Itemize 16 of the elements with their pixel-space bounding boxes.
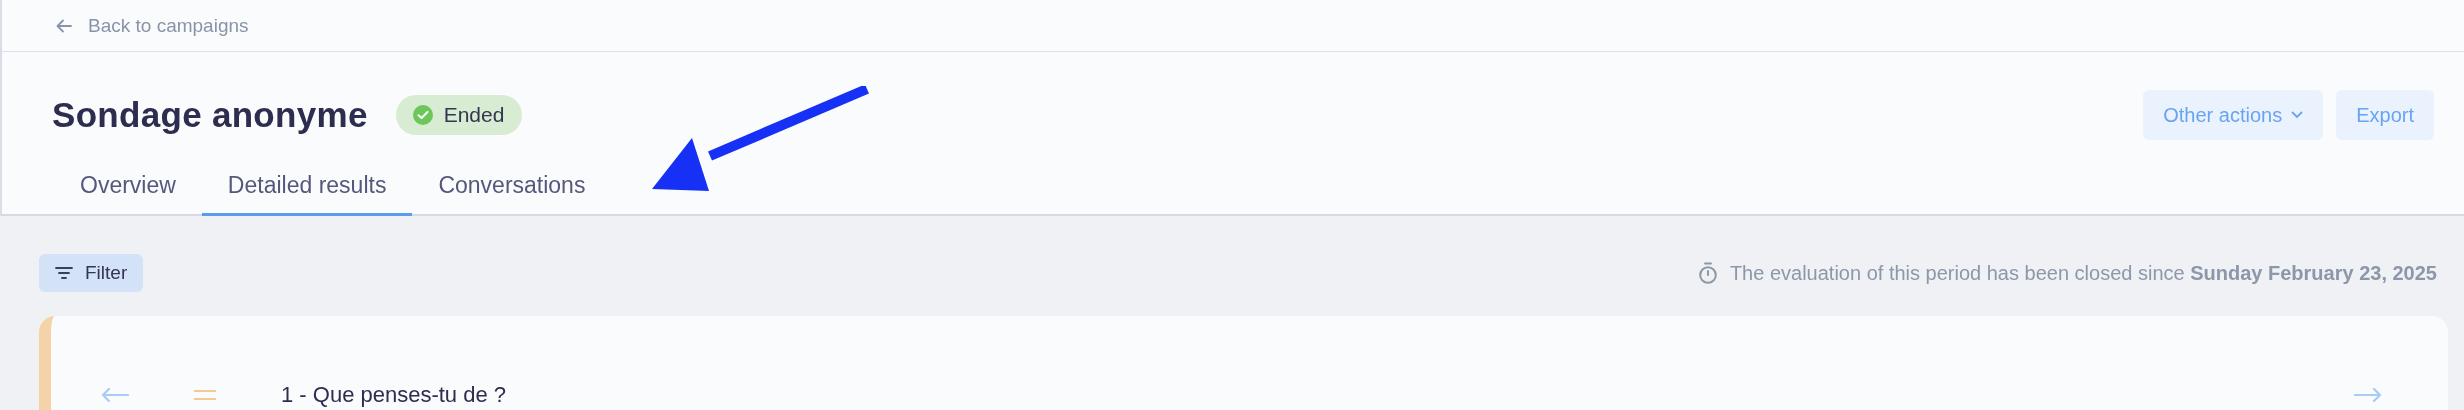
check-circle-icon [411,104,434,126]
back-arrow-icon [56,18,72,33]
filter-button[interactable]: Filter [39,254,144,292]
chevron-down-icon [2291,111,2304,119]
left-arrow-icon[interactable] [101,388,129,402]
filter-icon [55,266,73,280]
tab[interactable]: Overview [54,164,202,216]
tab[interactable]: Conversations [412,164,612,216]
right-arrow-icon[interactable] [2354,388,2382,402]
closed-notice: The evaluation of this period has been closed since Sunday February 23, 2025 [1729,261,2437,285]
question-title: 1 - Que penses-tu de ? [281,382,507,408]
status-badge: Ended [395,95,523,135]
campaign-title: Sondage anonyme [52,95,368,135]
stopwatch-icon [1697,262,1718,284]
tab[interactable]: Detailed results [201,164,413,216]
menu-icon [193,389,217,401]
